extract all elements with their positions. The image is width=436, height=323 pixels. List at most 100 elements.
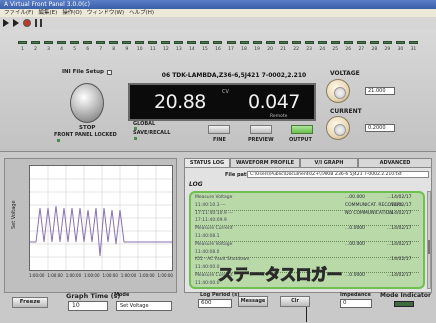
run-continuous-icon[interactable] — [13, 19, 19, 27]
graph-svg — [30, 166, 172, 270]
menu-file[interactable]: ファイル(F) — [4, 9, 33, 17]
channel-led[interactable] — [148, 41, 158, 44]
file-path-field[interactable]: C:\Users\Public\Documents\Z+\TAKIB Z36-6… — [247, 171, 429, 178]
log-entry: 17:11:40:09.9 — [195, 218, 227, 223]
voltage-label: VOLTAGE — [330, 70, 360, 77]
front-panel: 1 2 3 4 5 6 7 8 9 10 11 12 13 14 15 16 17 18 19 20 21 22 23 24 2… — [0, 29, 436, 152]
message-button[interactable]: Message — [238, 296, 268, 307]
channel-led[interactable] — [343, 41, 353, 44]
channel-led-row — [18, 41, 418, 44]
channel-led[interactable] — [395, 41, 405, 44]
channel-led[interactable] — [408, 41, 418, 44]
channel-led[interactable] — [330, 41, 340, 44]
window-title: A Virtual Front Panel 3.0.0(c) — [0, 0, 436, 9]
channel-led[interactable] — [265, 41, 275, 44]
preview-label: PREVIEW — [248, 137, 274, 143]
channel-led[interactable] — [226, 41, 236, 44]
channel-led[interactable] — [304, 41, 314, 44]
graph-frame: Set Voltage 1:00:00 1:00:00 1:00:00 1:00:00… — [4, 158, 177, 293]
channel-led[interactable] — [278, 41, 288, 44]
device-header: 06 TDK-LAMBDA,Z36-6,5J421 7-0002,2.210 — [161, 72, 307, 79]
tab-advanced[interactable]: ADVANCED — [358, 158, 432, 167]
clear-button[interactable]: Clr — [280, 296, 310, 307]
channel-led[interactable] — [44, 41, 54, 44]
status-logger-callout: ステータスロガー — [217, 265, 343, 285]
channel-led[interactable] — [31, 41, 41, 44]
tab-waveform-profile[interactable]: WAVEFORM PROFILE — [230, 158, 300, 167]
menu-edit[interactable]: 編集(E) — [38, 9, 57, 17]
channel-number: 18 — [241, 47, 247, 52]
tab-vi-graph[interactable]: V/I GRAPH — [300, 158, 358, 167]
channel-led[interactable] — [57, 41, 67, 44]
channel-led[interactable] — [70, 41, 80, 44]
channel-led[interactable] — [174, 41, 184, 44]
stop-knob[interactable] — [70, 83, 104, 123]
abort-icon[interactable] — [23, 19, 31, 27]
preview-button[interactable] — [250, 125, 272, 134]
graph-x-tick: 1:00:00 — [139, 273, 155, 278]
channel-led[interactable] — [109, 41, 119, 44]
output-label: OUTPUT — [289, 137, 312, 143]
channel-led[interactable] — [18, 41, 27, 44]
log-entry-value: ...00.000 — [345, 241, 366, 247]
pause-icon[interactable] — [35, 19, 42, 27]
channel-led[interactable] — [187, 41, 197, 44]
log-entry: 11:40:00.0 — [195, 281, 220, 286]
voltage-knob[interactable] — [326, 79, 350, 103]
channel-led[interactable] — [161, 41, 171, 44]
menu-window[interactable]: ウィンドウ(W) — [87, 9, 124, 17]
mode-indicator-led — [394, 301, 414, 307]
channel-led[interactable] — [96, 41, 106, 44]
channel-led[interactable] — [213, 41, 223, 44]
log-scrollbar-thumb[interactable] — [428, 240, 430, 254]
readout-display: 20.88 CV 0.047 Remote — [128, 83, 316, 121]
log-entry: Measure Voltage ...00.000 ...14/02/17 — [195, 195, 412, 200]
fine-label: FINE — [213, 137, 226, 143]
log-period-field[interactable]: 600 — [198, 299, 232, 308]
channel-led[interactable] — [135, 41, 145, 44]
tab-status-log[interactable]: STATUS LOG — [184, 158, 230, 167]
channel-led[interactable] — [382, 41, 392, 44]
channel-number: 3 — [47, 47, 50, 52]
log-entry-date: ...14/02/17 — [387, 273, 412, 278]
channel-led[interactable] — [252, 41, 262, 44]
fine-button[interactable] — [208, 125, 230, 134]
log-entry: 11:40:10.3 --- COMMUNICAT. RECOVERY ...14/… — [195, 203, 412, 208]
channel-led[interactable] — [317, 41, 327, 44]
channel-number: 13 — [176, 47, 182, 52]
channel-led[interactable] — [356, 41, 366, 44]
remote-text: Remote — [270, 114, 288, 119]
menu-help[interactable]: ヘルプ(H) — [129, 9, 154, 17]
ini-file-setup[interactable]: INI File Setup — [62, 69, 112, 75]
log-scrollbar[interactable] — [427, 191, 431, 289]
channel-number: 19 — [254, 47, 260, 52]
save-recall-led[interactable] — [134, 137, 137, 140]
channel-number: 12 — [162, 47, 169, 52]
ini-file-indicator[interactable] — [106, 69, 112, 75]
channel-number: 26 — [345, 47, 352, 52]
log-entry: Measure Voltage ...00.000 ...14/02/17 — [195, 242, 412, 247]
graph-mode-select[interactable]: Set Voltage — [116, 301, 172, 311]
graph-time-field[interactable]: 10 — [68, 301, 108, 311]
freeze-button[interactable]: Freeze — [12, 297, 48, 308]
channel-number: 24 — [319, 47, 326, 52]
channel-led[interactable] — [122, 41, 132, 44]
channel-led[interactable] — [239, 41, 249, 44]
stop-label: STOP — [79, 125, 96, 131]
voltage-setpoint-field[interactable]: 21.000 — [365, 87, 395, 95]
log-entry-text: Measure Current — [195, 226, 233, 232]
run-arrow-icon[interactable] — [3, 19, 9, 27]
current-knob[interactable] — [326, 116, 350, 140]
menu-operate[interactable]: 操作(O) — [62, 9, 82, 17]
channel-led[interactable] — [200, 41, 210, 44]
impedance-field[interactable]: 0 — [340, 299, 372, 308]
output-button[interactable] — [291, 125, 313, 134]
current-setpoint-field[interactable]: 0.2000 — [365, 124, 395, 132]
channel-number: 27 — [358, 47, 365, 52]
channel-number-row: 1 2 3 4 5 6 7 8 9 10 11 12 13 14 15 16 17 18 19 20 21 22 23 24 2… — [18, 47, 418, 52]
save-recall-label: SAVE/RECALL — [133, 130, 171, 136]
channel-led[interactable] — [83, 41, 93, 44]
channel-led[interactable] — [369, 41, 379, 44]
channel-led[interactable] — [291, 41, 301, 44]
graph-x-tick: 1:00:00 — [84, 273, 100, 278]
